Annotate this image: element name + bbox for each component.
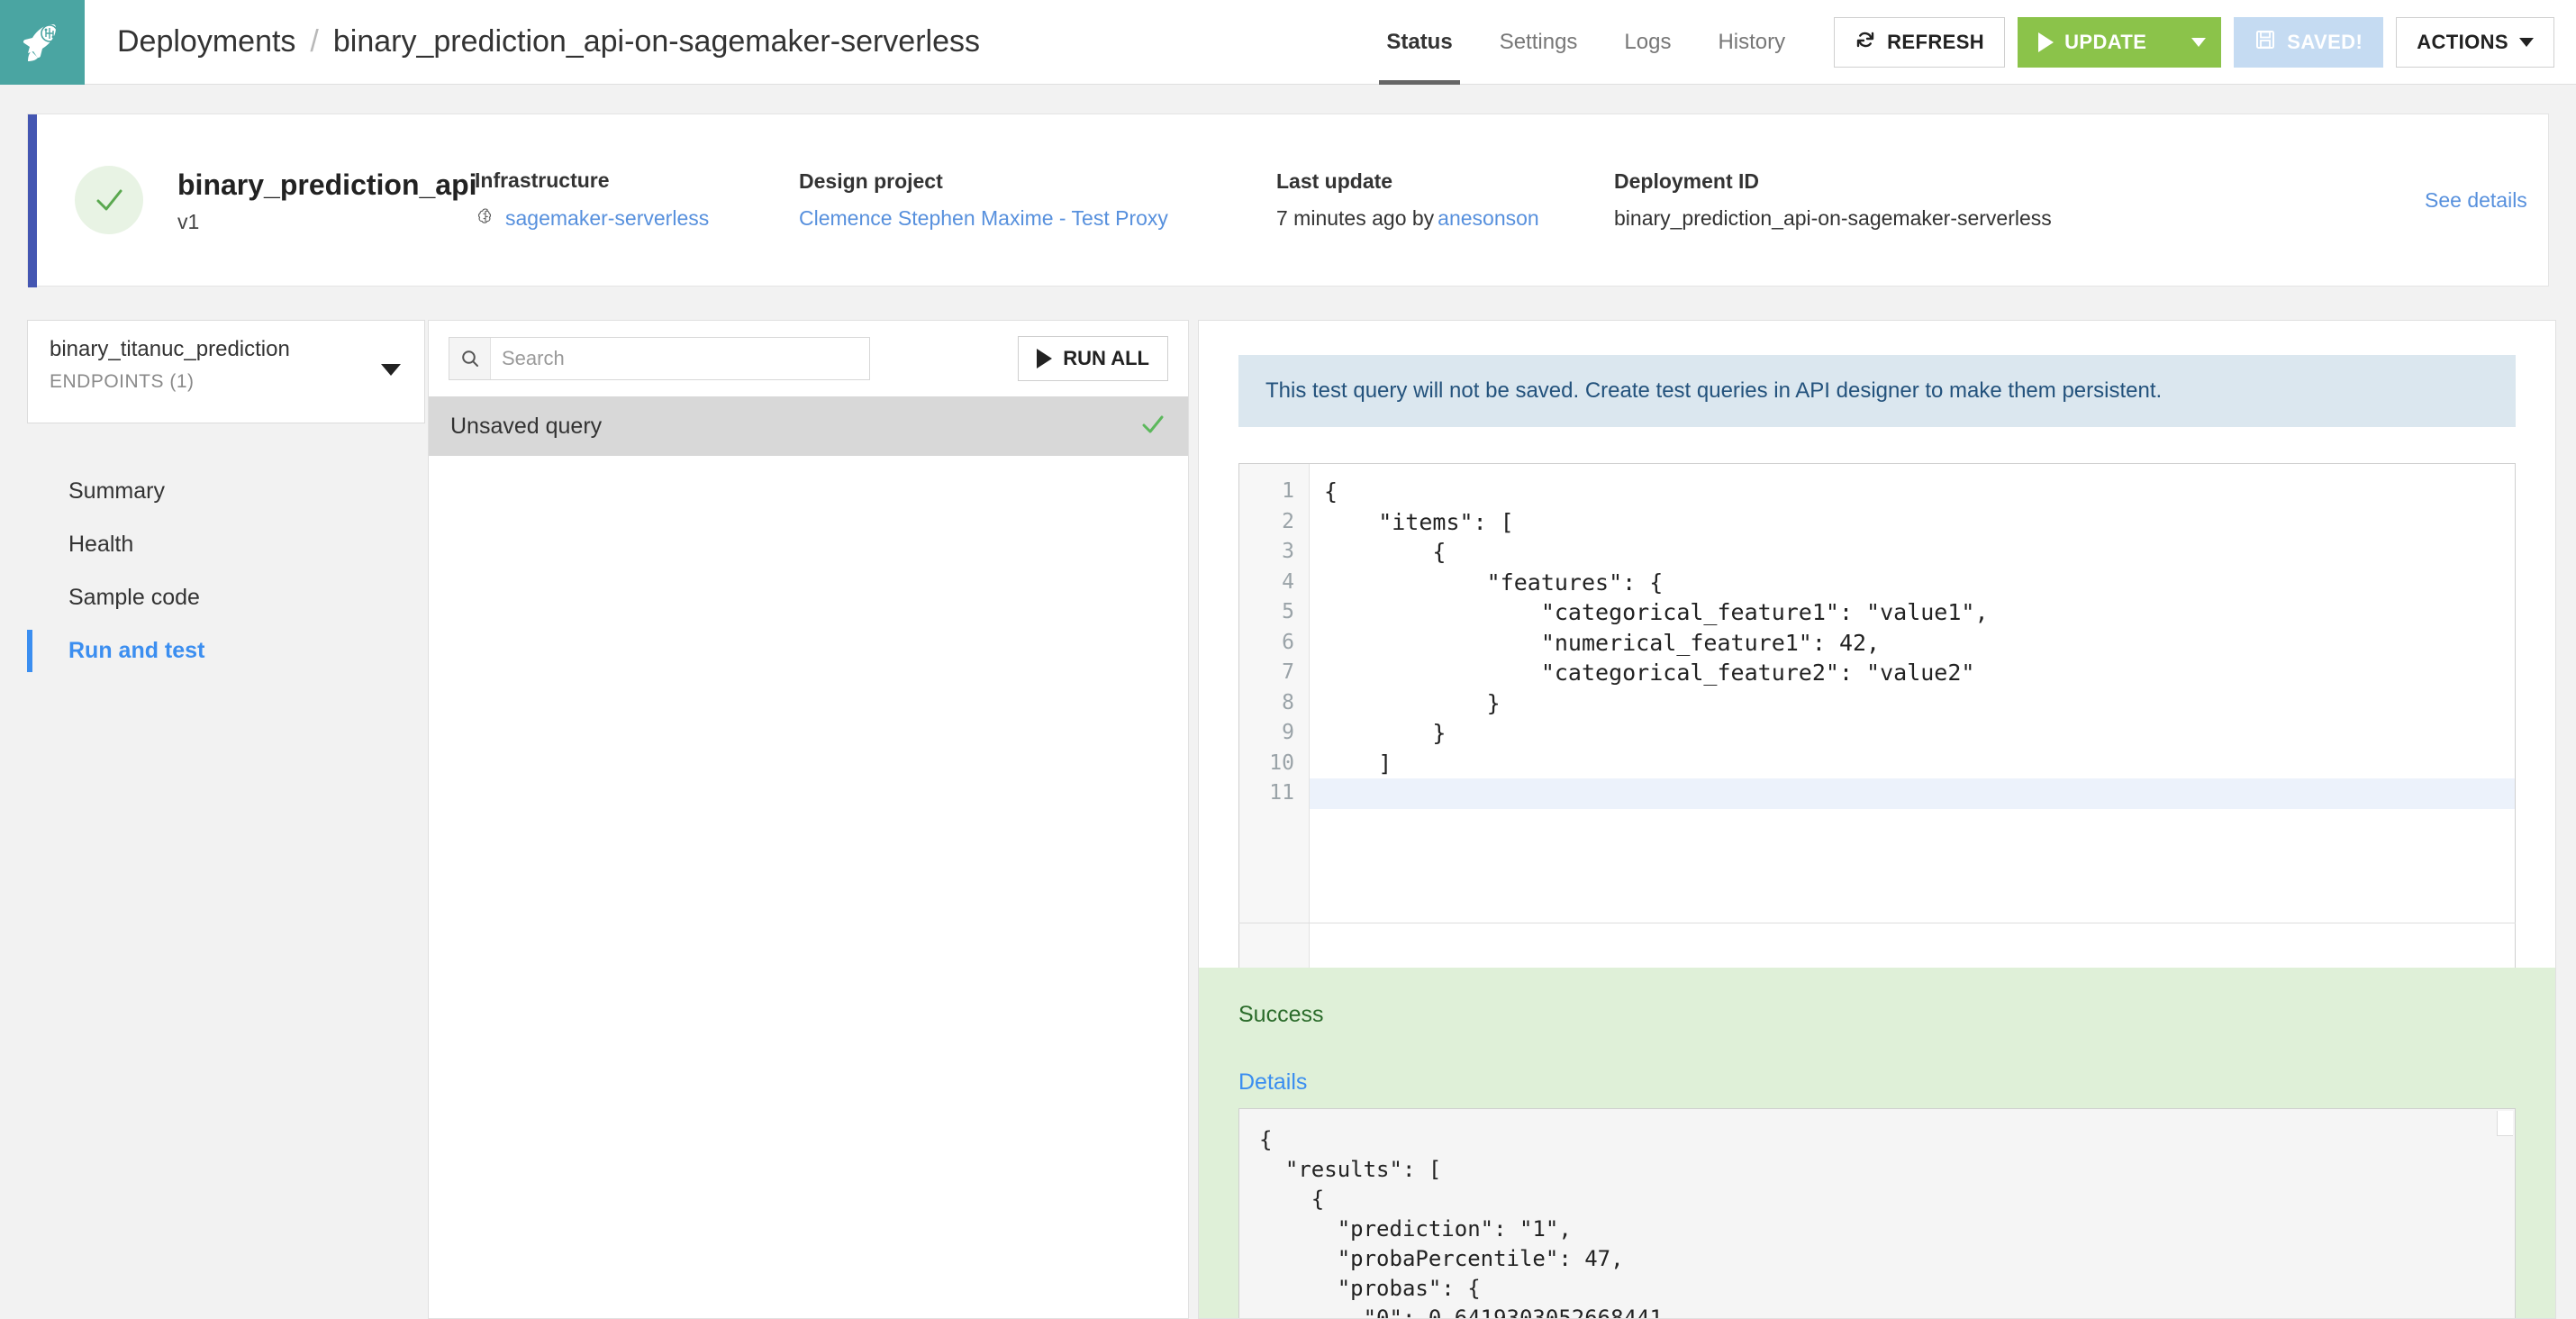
endpoint-selector-name: binary_titanuc_prediction <box>50 337 290 361</box>
refresh-button[interactable]: REFRESH <box>1834 16 2006 68</box>
sidebar-item-health[interactable]: Health <box>27 518 425 571</box>
field-infrastructure-value-wrap: sagemaker-serverless <box>475 205 799 232</box>
check-icon <box>1139 411 1166 442</box>
app-header: Deployments / binary_prediction_api-on-s… <box>0 0 2576 85</box>
actions-button[interactable]: ACTIONS <box>2396 16 2554 68</box>
result-details-toggle[interactable]: Details <box>1238 1069 2516 1096</box>
line-number: 7 <box>1282 660 1294 684</box>
field-deployment-id-value: binary_prediction_api-on-sagemaker-serve… <box>1614 206 2052 230</box>
line-number: 8 <box>1282 690 1294 714</box>
editor-content: { "items": [ { "features": { "categorica… <box>1324 478 1989 806</box>
field-design-project-label: Design project <box>799 169 943 193</box>
chevron-down-icon <box>2519 37 2534 47</box>
breadcrumb: Deployments / binary_prediction_api-on-s… <box>85 0 980 84</box>
deployment-info-card: binary_prediction_api v1 Infrastructure … <box>27 114 2549 287</box>
actions-label: ACTIONS <box>2417 30 2508 53</box>
see-details-link[interactable]: See details <box>2425 188 2527 213</box>
field-last-update: Last update 7 minutes ago by anesonson <box>1276 169 1614 231</box>
resize-handle[interactable] <box>2497 1111 2513 1136</box>
status-badge <box>75 166 143 234</box>
unsaved-query-notice: This test query will not be saved. Creat… <box>1238 355 2516 427</box>
header-spacer <box>980 0 1363 84</box>
brain-icon <box>475 205 496 232</box>
field-deployment-id-label: Deployment ID <box>1614 169 1760 193</box>
play-icon <box>1037 349 1053 368</box>
line-number: 6 <box>1282 630 1294 654</box>
sidebar-item-run-and-test[interactable]: Run and test <box>27 624 425 678</box>
editor-line-numbers: 1 2 3 4 5 6 7 8 9 10 11 <box>1239 464 1310 985</box>
refresh-label: REFRESH <box>1887 30 1985 53</box>
save-disk-icon <box>2254 29 2276 56</box>
field-last-update-label: Last update <box>1276 169 1393 193</box>
deployment-version: v1 <box>177 209 200 233</box>
update-button[interactable]: UPDATE <box>2018 16 2222 68</box>
refresh-icon <box>1855 29 1876 56</box>
editor-footer-divider <box>1238 923 2516 942</box>
sidebar-nav: Summary Health Sample code Run and test <box>27 465 425 678</box>
result-output: { "results": [ { "prediction": "1", "pro… <box>1259 1127 1676 1319</box>
tab-logs[interactable]: Logs <box>1601 0 1694 85</box>
field-last-update-value-wrap: 7 minutes ago by anesonson <box>1276 206 1614 231</box>
sidebar-item-summary[interactable]: Summary <box>27 465 425 518</box>
line-number: 5 <box>1282 600 1294 623</box>
field-last-update-user[interactable]: anesonson <box>1438 206 1539 231</box>
run-all-label: RUN ALL <box>1063 347 1149 369</box>
run-all-button[interactable]: RUN ALL <box>1018 336 1168 381</box>
query-toolbar: RUN ALL <box>429 321 1188 396</box>
line-number: 1 <box>1282 479 1294 503</box>
tab-status[interactable]: Status <box>1363 0 1475 85</box>
field-design-project-value[interactable]: Clemence Stephen Maxime - Test Proxy <box>799 206 1168 231</box>
editor-active-line-highlight <box>1310 778 2515 809</box>
header-tabs: Status Settings Logs History <box>1363 0 1809 85</box>
field-infrastructure-value[interactable]: sagemaker-serverless <box>505 206 709 231</box>
editor-code-area[interactable]: { "items": [ { "features": { "categorica… <box>1310 464 2515 985</box>
saved-button[interactable]: SAVED! <box>2234 16 2384 68</box>
update-label: UPDATE <box>2064 30 2147 53</box>
search-field-wrap <box>449 337 870 380</box>
endpoint-selector[interactable]: binary_titanuc_prediction ENDPOINTS (1) <box>27 320 425 423</box>
field-last-update-time: 7 minutes ago by <box>1276 206 1435 230</box>
search-icon <box>449 338 491 379</box>
line-number: 2 <box>1282 509 1294 533</box>
result-status: Success <box>1238 1002 1324 1027</box>
line-number: 11 <box>1269 781 1294 805</box>
line-number: 10 <box>1269 750 1294 775</box>
search-input[interactable] <box>491 338 869 379</box>
deployment-title-block: binary_prediction_api v1 <box>177 167 477 234</box>
endpoint-selector-count: ENDPOINTS (1) <box>50 371 195 392</box>
saved-label: SAVED! <box>2287 30 2363 53</box>
tab-settings[interactable]: Settings <box>1476 0 1601 85</box>
line-number: 3 <box>1282 540 1294 563</box>
field-deployment-id: Deployment ID binary_prediction_api-on-s… <box>1614 169 2425 231</box>
sidebar-item-sample-code[interactable]: Sample code <box>27 571 425 624</box>
list-item[interactable]: Unsaved query <box>429 396 1188 456</box>
update-dropdown-toggle[interactable] <box>2177 37 2207 47</box>
tab-history[interactable]: History <box>1694 0 1809 85</box>
rocket-logo-icon[interactable] <box>0 0 85 85</box>
query-json-editor[interactable]: 1 2 3 4 5 6 7 8 9 10 11 { "items": [ { "… <box>1238 463 2516 986</box>
breadcrumb-deployments-link[interactable]: Deployments <box>117 24 295 59</box>
header-actions: REFRESH UPDATE SAVED! ACTIONS <box>1809 0 2576 84</box>
info-card-accent-bar <box>28 114 37 287</box>
query-list-panel: RUN ALL Unsaved query <box>428 320 1189 1319</box>
chevron-down-icon <box>2191 37 2207 47</box>
line-number: 4 <box>1282 569 1294 594</box>
query-name: Unsaved query <box>450 413 603 439</box>
run-and-test-panel: This test query will not be saved. Creat… <box>1198 320 2556 1319</box>
deployment-name: binary_prediction_api <box>177 168 477 201</box>
field-design-project: Design project Clemence Stephen Maxime -… <box>799 169 1276 231</box>
result-output-box[interactable]: { "results": [ { "prediction": "1", "pro… <box>1238 1108 2516 1319</box>
breadcrumb-separator: / <box>310 24 319 59</box>
page-title: binary_prediction_api-on-sagemaker-serve… <box>332 24 980 59</box>
field-infrastructure: Infrastructure sagemaker-serverless <box>475 168 799 232</box>
chevron-down-icon <box>381 364 401 376</box>
result-panel: Success Details { "results": [ { "predic… <box>1199 968 2555 1318</box>
play-icon <box>2038 32 2054 52</box>
field-infrastructure-label: Infrastructure <box>475 168 610 192</box>
endpoint-sidebar: binary_titanuc_prediction ENDPOINTS (1) … <box>27 320 425 1319</box>
field-design-project-value-wrap: Clemence Stephen Maxime - Test Proxy <box>799 206 1276 231</box>
check-circle-icon <box>96 189 122 211</box>
line-number: 9 <box>1282 721 1294 744</box>
